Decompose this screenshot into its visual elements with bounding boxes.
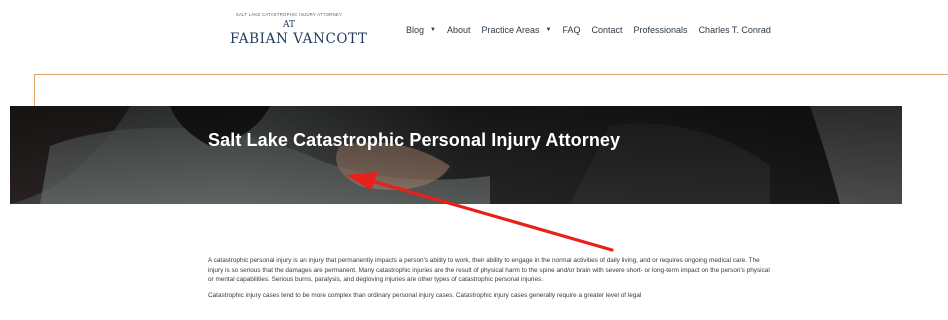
hero-banner: Salt Lake Catastrophic Personal Injury A…	[10, 106, 902, 204]
site-logo[interactable]: SALT LAKE CATASTROPHIC INJURY ATTORNEY A…	[230, 12, 368, 47]
logo-firm-name: FABIAN VANCOTT	[230, 31, 368, 47]
chevron-down-icon[interactable]: ▼	[546, 27, 552, 33]
accent-frame-top	[34, 74, 948, 75]
main-nav: Blog ▼ About Practice Areas ▼ FAQ Contac…	[406, 25, 782, 35]
hero-background-photo	[10, 106, 902, 204]
nav-item-professionals[interactable]: Professionals	[634, 25, 688, 35]
nav-item-faq[interactable]: FAQ	[562, 25, 580, 35]
page-title: Salt Lake Catastrophic Personal Injury A…	[208, 130, 621, 150]
article-body: A catastrophic personal injury is an inj…	[208, 256, 772, 306]
logo-tagline: SALT LAKE CATASTROPHIC INJURY ATTORNEY	[235, 12, 343, 17]
chevron-down-icon[interactable]: ▼	[430, 27, 436, 33]
nav-item-charles-t-conrad[interactable]: Charles T. Conrad	[699, 25, 771, 35]
paragraph: Catastrophic injury cases tend to be mor…	[208, 291, 642, 299]
nav-item-about[interactable]: About	[447, 25, 471, 35]
logo-at: AT	[282, 20, 295, 30]
nav-item-blog[interactable]: Blog	[406, 25, 424, 35]
paragraph: A catastrophic personal injury is an inj…	[208, 257, 770, 283]
nav-item-practice-areas[interactable]: Practice Areas	[482, 25, 540, 35]
nav-item-contact[interactable]: Contact	[592, 25, 623, 35]
